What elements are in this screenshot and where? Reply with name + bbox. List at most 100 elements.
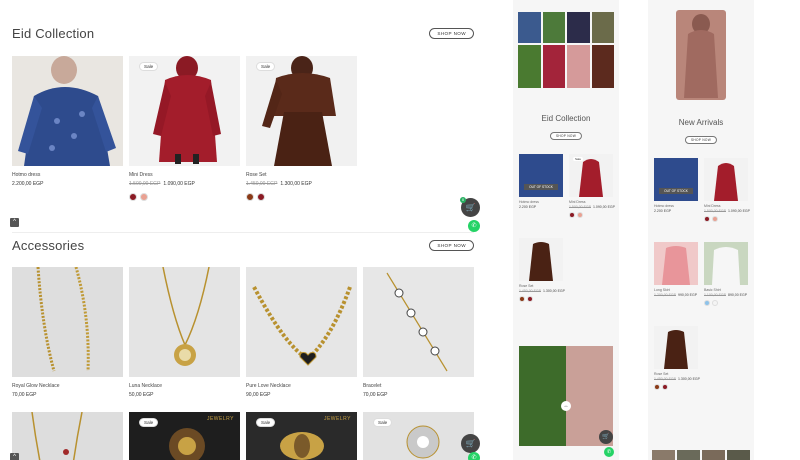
product-card[interactable]: Sale Mini Dress 1.500,00 EGP 1.090,00 EGP xyxy=(569,154,615,218)
product-card[interactable]: Mini Dress 1.500,00 EGP 1.090,00 EGP xyxy=(704,158,750,222)
swatch-brown[interactable] xyxy=(246,193,254,201)
swatch-peach[interactable] xyxy=(712,216,718,222)
swatch-dark-red[interactable] xyxy=(704,216,710,222)
necklace-image xyxy=(31,412,83,460)
mobile-shop-now-button[interactable]: SHOP NOW xyxy=(549,132,583,140)
swatch-peach[interactable] xyxy=(577,212,583,218)
product-image[interactable] xyxy=(12,267,123,377)
cart-icon[interactable]: 🛒 xyxy=(599,430,613,444)
eid-shop-now-button[interactable]: SHOP NOW xyxy=(429,28,474,39)
product-card[interactable]: Sale JEWELRY xyxy=(129,412,240,460)
product-card[interactable]: Sale Rose Set 1.450,00 EGP 1.300,00 EGP xyxy=(246,56,357,201)
product-card[interactable]: Hotmo dress 2.200,00 EGP xyxy=(12,56,123,201)
product-image[interactable]: Sale xyxy=(246,56,357,166)
product-name[interactable]: Hotmo dress xyxy=(519,200,563,204)
product-image[interactable]: Sale JEWELRY xyxy=(129,412,240,460)
color-swatches xyxy=(654,384,698,390)
product-image[interactable]: Sale xyxy=(569,154,613,197)
product-card[interactable]: Basic Shirt 1.100,00 EGP 890,00 EGP xyxy=(704,242,748,306)
accessories-shop-now-button[interactable]: SHOP NOW xyxy=(429,240,474,251)
product-name[interactable]: Long Skirt xyxy=(654,288,698,292)
product-image[interactable] xyxy=(12,412,123,460)
product-image[interactable]: OUT OF STOCK xyxy=(654,158,698,201)
product-card[interactable]: OUT OF STOCK Hotmo dress 2.200 EGP xyxy=(654,158,698,213)
whatsapp-icon[interactable]: ✆ xyxy=(468,452,480,460)
product-image[interactable] xyxy=(654,326,698,369)
product-name[interactable]: Mini Dress xyxy=(569,200,613,204)
product-card[interactable]: Luna Necklace 50,00 EGP xyxy=(129,267,240,398)
product-name[interactable]: Mini Dress xyxy=(129,172,240,178)
swatch-dark-red[interactable] xyxy=(257,193,265,201)
product-image[interactable]: Sale xyxy=(363,412,474,460)
product-image[interactable] xyxy=(12,56,123,166)
slider-handle-icon[interactable]: ↔ xyxy=(561,401,571,411)
product-image[interactable]: Sale JEWELRY xyxy=(246,412,357,460)
brand-watermark: JEWELRY xyxy=(206,416,234,422)
product-image[interactable] xyxy=(704,158,748,201)
swatch-dark-red[interactable] xyxy=(129,193,137,201)
product-price-current: 1.300,00 EGP xyxy=(678,377,700,381)
swatch-brown[interactable] xyxy=(519,296,525,302)
product-image[interactable]: OUT OF STOCK xyxy=(519,154,563,197)
accessories-product-row-2: Sale JEWELRY Sale JEWELRY Sale xyxy=(12,412,474,460)
whatsapp-icon[interactable]: ✆ xyxy=(468,220,480,232)
swatch-white[interactable] xyxy=(712,300,718,306)
lookbook-banner[interactable] xyxy=(519,346,613,446)
product-card[interactable] xyxy=(12,412,123,460)
product-name[interactable]: Mini Dress xyxy=(704,204,748,208)
swatch-brown[interactable] xyxy=(654,384,660,390)
hero-image[interactable] xyxy=(676,10,726,100)
collection-banner[interactable] xyxy=(518,12,614,88)
color-swatches xyxy=(246,193,357,201)
product-name[interactable]: Rose Set xyxy=(519,284,563,288)
product-price-current: 1.090,00 EGP xyxy=(728,209,750,213)
product-card[interactable]: Bracelet 70,00 EGP xyxy=(363,267,474,398)
product-name[interactable]: Luna Necklace xyxy=(129,383,240,389)
product-card[interactable]: OUT OF STOCK Hotmo dress 2.200 EGP xyxy=(519,154,563,209)
banner-tile xyxy=(567,44,590,88)
product-image[interactable] xyxy=(704,242,748,285)
product-name[interactable]: Hotmo dress xyxy=(654,204,698,208)
product-price: 1.200,00 EGP 990,00 EGP xyxy=(654,293,698,297)
product-card[interactable]: Sale JEWELRY xyxy=(246,412,357,460)
product-card[interactable]: Sale Mini Dress 1.500,00 EGP 1.090,00 EGP xyxy=(129,56,240,201)
thumbnail[interactable] xyxy=(652,450,675,460)
product-card[interactable]: Rose Set 1.450,00 EGP 1.300,00 EGP xyxy=(654,326,700,390)
product-name[interactable]: Hotmo dress xyxy=(12,172,123,178)
product-name[interactable]: Bracelet xyxy=(363,383,474,389)
thumbnail[interactable] xyxy=(677,450,700,460)
scroll-top-icon[interactable]: ^ xyxy=(10,453,19,460)
mobile-shop-now-button[interactable]: SHOP NOW xyxy=(684,136,718,144)
swatch-dark-red[interactable] xyxy=(527,296,533,302)
product-image[interactable] xyxy=(363,267,474,377)
product-name[interactable]: Pure Love Necklace xyxy=(246,383,357,389)
thumbnail[interactable] xyxy=(727,450,750,460)
product-image[interactable] xyxy=(246,267,357,377)
product-card[interactable]: Pure Love Necklace 90,00 EGP xyxy=(246,267,357,398)
swatch-dark-red[interactable] xyxy=(569,212,575,218)
thumbnail[interactable] xyxy=(702,450,725,460)
scroll-top-icon[interactable]: ^ xyxy=(10,218,19,227)
whatsapp-icon[interactable]: ✆ xyxy=(604,447,614,457)
product-image[interactable] xyxy=(654,242,698,285)
banner-tile xyxy=(542,12,565,43)
swatch-light-blue[interactable] xyxy=(704,300,710,306)
sale-badge: Sale xyxy=(573,157,584,161)
swatch-dark-red[interactable] xyxy=(662,384,668,390)
eid-product-row: Hotmo dress 2.200,00 EGP Sale Mini Dress xyxy=(12,56,357,201)
product-price-current: 1.300,00 EGP xyxy=(543,289,565,293)
cart-icon[interactable]: 🛒 xyxy=(461,434,480,453)
product-image[interactable] xyxy=(129,267,240,377)
product-name[interactable]: Rose Set xyxy=(654,372,698,376)
swatch-peach[interactable] xyxy=(140,193,148,201)
product-name[interactable]: Royal Glow Necklace xyxy=(12,383,123,389)
product-card[interactable]: Rose Set 1.450,00 EGP 1.300,00 EGP xyxy=(519,238,565,302)
product-card[interactable]: Royal Glow Necklace 70,00 EGP xyxy=(12,267,123,398)
product-name[interactable]: Rose Set xyxy=(246,172,357,178)
model-image xyxy=(684,14,718,98)
product-image[interactable]: Sale xyxy=(129,56,240,166)
product-card[interactable]: Sale xyxy=(363,412,474,460)
product-card[interactable]: Long Skirt 1.200,00 EGP 990,00 EGP xyxy=(654,242,698,297)
product-name[interactable]: Basic Shirt xyxy=(704,288,748,292)
product-image[interactable] xyxy=(519,238,563,281)
